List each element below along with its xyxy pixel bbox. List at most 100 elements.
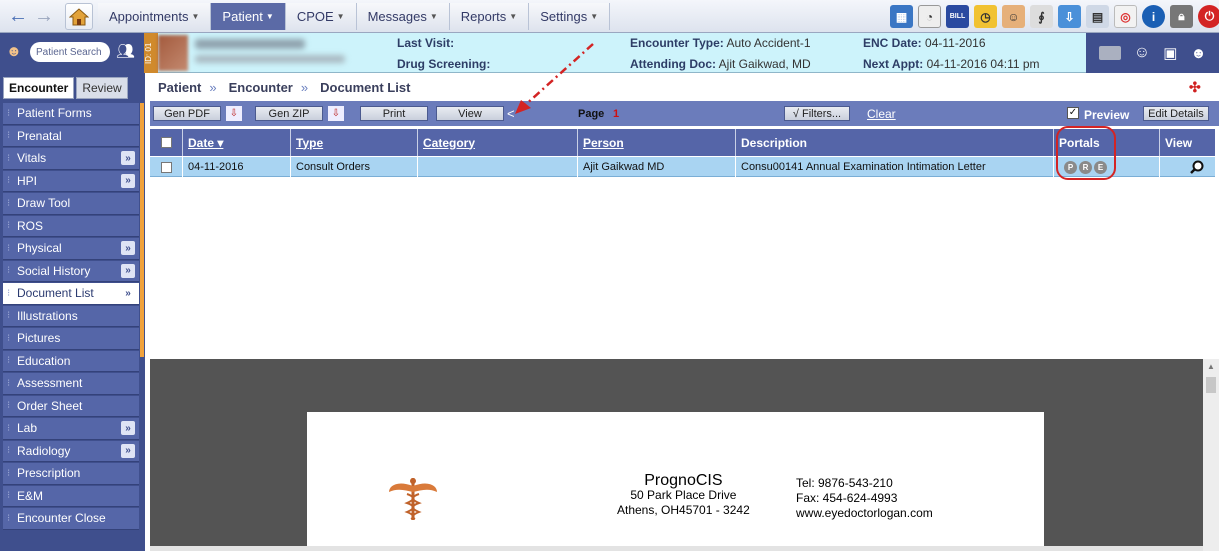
breadcrumb-item[interactable]: Encounter: [229, 80, 293, 95]
column-description: Description: [736, 129, 1054, 156]
breadcrumb-item: Document List: [320, 80, 411, 95]
select-all-checkbox[interactable]: [160, 137, 172, 148]
menu-cpoe[interactable]: CPOE ▼: [285, 3, 357, 30]
patients-group-icon[interactable]: 👥︎: [116, 42, 135, 60]
doctor-icon[interactable]: ☺: [1134, 44, 1150, 62]
clock-icon[interactable]: ◷: [974, 5, 997, 28]
cell-date: 04-11-2016: [183, 157, 291, 177]
document-toolbar: Gen PDF ⇩ Gen ZIP ⇩ Print View < Page 1 …: [150, 101, 1219, 126]
power-icon[interactable]: ⏻: [1198, 5, 1219, 28]
sidebar-item-education[interactable]: Education: [3, 350, 139, 372]
main-menu: Appointments ▼ Patient ▼ CPOE ▼ Messages ▼ Repor…: [98, 3, 611, 30]
calendar-icon[interactable]: ▦: [890, 5, 913, 28]
column-type[interactable]: Type: [291, 129, 418, 156]
sidebar-scrollbar[interactable]: [140, 103, 144, 357]
magnifier-icon[interactable]: [1189, 160, 1204, 174]
sidebar-item-ros[interactable]: ROS: [3, 215, 139, 237]
sidebar-item-document-list[interactable]: Document List»: [3, 283, 139, 305]
scroll-up-icon[interactable]: ▲: [1207, 362, 1215, 371]
doc-org-name: PrognoCIS: [644, 472, 723, 489]
next-appt: Next Appt: 04-11-2016 04:11 pm: [863, 57, 1040, 71]
bill-icon[interactable]: BILL: [946, 5, 969, 28]
enc-date: ENC Date: 04-11-2016: [863, 36, 986, 50]
scroll-thumb[interactable]: [1206, 377, 1216, 393]
tab-encounter[interactable]: Encounter: [3, 77, 75, 99]
column-category[interactable]: Category: [418, 129, 578, 156]
gauge-icon[interactable]: ◔: [918, 5, 941, 28]
documents-icon[interactable]: ▤: [1086, 5, 1109, 28]
gen-pdf-button[interactable]: Gen PDF: [153, 106, 221, 121]
menu-appointments[interactable]: Appointments ▼: [98, 3, 212, 30]
view-button[interactable]: View: [436, 106, 504, 121]
sidebar-item-lab[interactable]: Lab»: [3, 418, 139, 440]
menu-reports[interactable]: Reports ▼: [449, 3, 530, 30]
expand-arrow-icon[interactable]: »: [121, 151, 135, 165]
sidebar-item-pictures[interactable]: Pictures: [3, 328, 139, 350]
filters-button[interactable]: √ Filters...: [784, 106, 850, 121]
patient-chart-icon[interactable]: ▣: [1163, 44, 1177, 62]
column-date[interactable]: Date ▾: [183, 129, 291, 156]
patient-id-tab[interactable]: ID: 01: [144, 33, 158, 73]
expand-icon[interactable]: ✣: [1189, 79, 1205, 95]
sidebar-item-physical[interactable]: Physical»: [3, 238, 139, 260]
lock-icon[interactable]: 🔒︎: [1170, 5, 1193, 28]
user-icon[interactable]: ☺: [1002, 5, 1025, 28]
patient-icon: ☻: [6, 43, 22, 60]
preview-vertical-scrollbar[interactable]: ▲: [1203, 359, 1219, 551]
patient-bar: ☻ Patient Search 👥︎ ID: 01 Last Visit: D…: [0, 33, 1219, 73]
expand-arrow-icon[interactable]: »: [121, 443, 135, 458]
sidebar-item-encounter-close[interactable]: Encounter Close: [3, 508, 139, 530]
patient-photo: [158, 35, 188, 71]
card-icon[interactable]: [1098, 46, 1121, 60]
doc-fax: Fax: 454-624-4993: [796, 491, 898, 505]
sidebar-item-social-history[interactable]: Social History»: [3, 260, 139, 282]
patient-search-input[interactable]: Patient Search: [30, 42, 110, 62]
gen-zip-button[interactable]: Gen ZIP: [255, 106, 323, 121]
drug-screening: Drug Screening:: [397, 57, 491, 71]
pdf-download-icon[interactable]: ⇩: [226, 106, 242, 121]
last-visit: Last Visit:: [397, 36, 455, 50]
sidebar-item-patient-forms[interactable]: Patient Forms: [3, 103, 139, 125]
zip-download-icon[interactable]: ⇩: [328, 106, 344, 121]
sidebar-item-draw-tool[interactable]: Draw Tool: [3, 193, 139, 215]
caret-down-icon: ▼: [191, 12, 200, 21]
column-person[interactable]: Person: [578, 129, 736, 156]
sidebar-item-assessment[interactable]: Assessment: [3, 373, 139, 395]
back-arrow-icon[interactable]: ←: [6, 4, 30, 28]
patient-search-area: ☻ Patient Search 👥︎: [0, 33, 150, 73]
sidebar-item-hpi[interactable]: HPI»: [3, 170, 139, 192]
stethoscope-icon[interactable]: ∮: [1030, 5, 1053, 28]
clear-link[interactable]: Clear: [867, 107, 896, 121]
cell-category: [418, 157, 578, 177]
inbox-download-icon[interactable]: ⇩: [1058, 5, 1081, 28]
menu-patient[interactable]: Patient ▼: [211, 3, 286, 30]
help-lifebuoy-icon[interactable]: ◎: [1114, 5, 1137, 28]
expand-arrow-icon[interactable]: »: [121, 241, 135, 255]
preview-horizontal-scrollbar[interactable]: [150, 546, 1203, 551]
print-button[interactable]: Print: [360, 106, 428, 121]
edit-details-button[interactable]: Edit Details: [1143, 106, 1209, 121]
expand-arrow-icon[interactable]: »: [121, 173, 135, 188]
menu-settings[interactable]: Settings ▼: [529, 3, 611, 30]
expand-arrow-icon[interactable]: »: [121, 421, 135, 435]
row-checkbox[interactable]: [160, 161, 172, 173]
tab-review[interactable]: Review: [76, 77, 128, 99]
preview-checkbox[interactable]: ✓: [1067, 107, 1079, 119]
sidebar-item-radiology[interactable]: Radiology»: [3, 440, 139, 462]
menu-messages[interactable]: Messages ▼: [356, 3, 450, 30]
expand-arrow-icon[interactable]: »: [121, 263, 135, 278]
cell-person: Ajit Gaikwad MD: [578, 157, 736, 177]
user-settings-icon[interactable]: ☻: [1191, 45, 1207, 62]
sidebar-item-prenatal[interactable]: Prenatal: [3, 125, 139, 147]
sidebar-item-vitals[interactable]: Vitals»: [3, 148, 139, 170]
patient-actions: ☺ ▣ ☻: [1086, 33, 1219, 73]
sidebar-item-illustrations[interactable]: Illustrations: [3, 305, 139, 327]
forward-arrow-icon[interactable]: →: [32, 4, 56, 28]
home-button[interactable]: [65, 3, 93, 30]
sidebar-item-prescription[interactable]: Prescription: [3, 463, 139, 485]
expand-arrow-icon[interactable]: »: [121, 286, 135, 300]
sidebar-item-e-m[interactable]: E&M: [3, 485, 139, 507]
breadcrumb-item[interactable]: Patient: [158, 80, 201, 95]
sidebar-item-order-sheet[interactable]: Order Sheet: [3, 395, 139, 417]
info-icon[interactable]: i: [1142, 5, 1165, 28]
